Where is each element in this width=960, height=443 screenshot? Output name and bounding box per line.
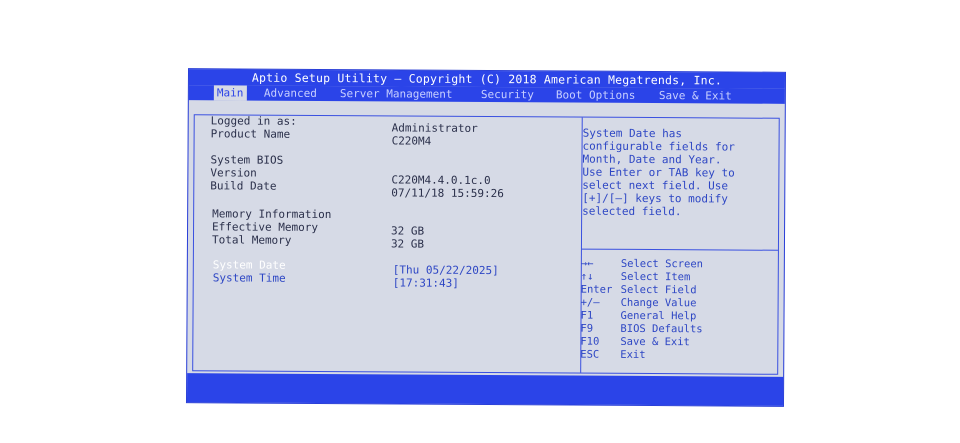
- arrows-lr-icon: →←: [580, 257, 594, 270]
- logged-in-label: Logged in as:: [210, 114, 297, 128]
- bios-screen: Aptio Setup Utility – Copyright (C) 2018…: [185, 68, 787, 407]
- product-name-label: Product Name: [210, 127, 291, 141]
- build-date-label: Build Date: [210, 179, 277, 193]
- effective-memory-value: 32 GB: [390, 224, 425, 238]
- help-separator: [581, 248, 778, 251]
- system-time-label[interactable]: System Time: [213, 271, 286, 284]
- effective-memory-label: Effective Memory: [212, 220, 319, 234]
- key-hint-select-field: Enter Select Field: [580, 283, 697, 297]
- total-memory-label: Total Memory: [211, 233, 292, 247]
- tab-boot-options[interactable]: Boot Options: [553, 87, 639, 103]
- tab-server-management[interactable]: Server Management: [337, 86, 456, 102]
- tab-advanced[interactable]: Advanced: [261, 86, 320, 101]
- arrows-ud-icon: ↑↓: [580, 270, 594, 283]
- memory-info-label: Memory Information: [212, 207, 332, 222]
- build-date-value: 07/11/18 15:59:26: [391, 186, 504, 201]
- tab-bar: Main Advanced Server Management Security…: [188, 85, 785, 104]
- key-hint-exit: ESC Exit: [580, 348, 646, 361]
- key-hint-save-exit: F10 Save & Exit: [580, 335, 690, 349]
- key-hint-select-item: ↑↓ Select Item: [580, 270, 691, 284]
- key-hint-bios-defaults: F9 BIOS Defaults: [580, 322, 703, 336]
- version-value: C220M4.4.0.1c.0: [391, 173, 491, 188]
- key-hint-select-screen: →← Select Screen: [580, 257, 704, 271]
- bottom-bar: [186, 373, 784, 406]
- total-memory-value: 32 GB: [390, 237, 425, 251]
- system-date-field[interactable]: [Thu 05/22/2025]: [393, 263, 499, 277]
- product-name-value: C220M4: [391, 134, 432, 148]
- system-time-field[interactable]: [17:31:43]: [393, 276, 459, 289]
- tab-security[interactable]: Security: [478, 87, 537, 102]
- tab-save-exit[interactable]: Save & Exit: [656, 88, 735, 103]
- system-date-label[interactable]: System Date: [213, 258, 286, 271]
- key-hint-change-value: +/– Change Value: [580, 296, 697, 310]
- logged-in-value: Administrator: [391, 121, 478, 135]
- key-hint-general-help: F1 General Help: [580, 309, 697, 323]
- tab-main[interactable]: Main: [213, 85, 247, 101]
- version-label: Version: [210, 166, 257, 180]
- help-description: System Date has configurable fields for …: [582, 126, 735, 219]
- system-bios-label: System BIOS: [210, 153, 284, 167]
